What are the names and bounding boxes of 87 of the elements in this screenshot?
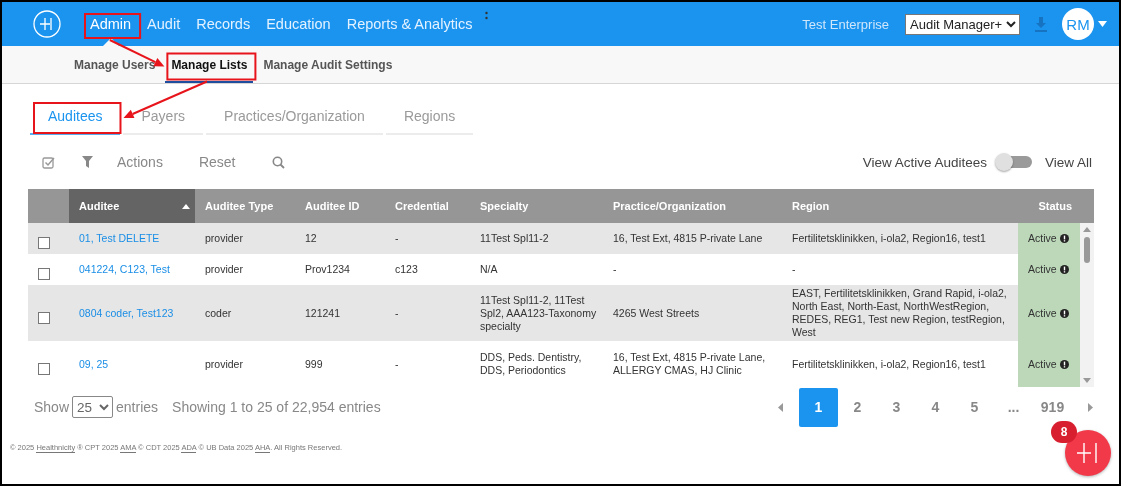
page-button[interactable]: 3 [877,387,916,427]
table-cell: N/A [470,254,603,285]
nav-link[interactable]: Education [259,2,338,46]
checkbox[interactable] [38,268,50,280]
sort-icon [182,204,190,209]
checkbox[interactable] [38,311,50,324]
column-header[interactable]: Auditee [69,189,195,223]
checkbox[interactable] [38,362,50,375]
info-icon[interactable] [1059,234,1069,243]
page-button[interactable]: 1 [799,387,838,427]
avatar[interactable]: RM [1062,8,1094,40]
table-cell: c123 [385,254,470,285]
table-cell: provider [195,341,295,387]
table-cell: - [603,254,782,285]
info-icon[interactable] [1059,265,1069,274]
table-cell: 16, Test Ext, 4815 P-rivate Lane [603,223,782,254]
page-size-select[interactable]: 25 [72,396,114,418]
auditee-link[interactable]: 09, 25 [79,357,191,371]
page-button[interactable]: 5 [955,387,994,427]
search-icon[interactable] [271,155,285,169]
nav-link[interactable]: Reports & Analytics [339,2,480,46]
subnav-link[interactable]: Manage Users [68,46,162,83]
scrollbar[interactable] [1080,223,1094,387]
column-header[interactable]: Auditee ID [295,189,385,223]
show-label: Show [34,399,70,415]
column-header[interactable]: Credential [385,189,470,223]
table-cell: EAST, Fertilitetsklinikken, Grand Rapid, i-ola2, North East, North-East, NorthWestRegion, REDES, REG1, Test new Region, testRegion, West [782,285,1018,341]
page-button[interactable]: ... [994,387,1033,427]
table-cell: 11Test Spl11-2 [470,223,603,254]
logo-icon [1077,443,1099,463]
subnav-link[interactable]: Manage Lists [165,46,254,83]
enterprise-name: Test Enterprise [802,16,889,32]
column-header[interactable]: Specialty [470,189,603,223]
table-cell: provider [195,254,295,285]
table-cell: 16, Test Ext, 4815 P-rivate Lane, ALLERGY CMAS, HJ Clinic [603,341,782,387]
status-cell: Active [1018,285,1080,341]
column-header[interactable]: Status [1018,189,1094,223]
status-cell: Active [1018,341,1080,387]
nav-link[interactable]: Records [189,2,258,46]
table-cell: - [385,223,470,254]
tab[interactable]: Auditees [30,100,121,135]
status-cell: Active [1018,223,1080,254]
page-button[interactable]: 2 [838,387,877,427]
info-icon[interactable] [1059,359,1069,369]
table-cell: - [385,341,470,387]
caret-icon[interactable] [1098,21,1107,27]
entries-summary: Showing 1 to 25 of 22,954 entries [172,399,381,415]
tab[interactable]: Regions [385,100,474,135]
next-page-icon[interactable] [1088,402,1093,412]
table-cell: 11Test Spl11-2, 11Test Spl2, AAA123-Taxonomy specialty [470,285,603,341]
column-header[interactable]: Auditee Type [195,189,295,223]
reset-button[interactable]: Reset [198,154,236,170]
previous-page-icon[interactable] [778,402,783,412]
toggle-label: View Active Auditees [862,154,987,170]
check-square-icon[interactable] [42,155,55,169]
page-button[interactable]: 4 [916,387,955,427]
status-cell: Active [1018,254,1080,285]
auditee-link[interactable]: 041224, C123, Test [79,263,191,276]
table-cell: 121241 [295,285,385,341]
table-cell: Fertilitetsklinikken, i-ola2, Region16, test1 [782,341,1018,387]
role-select[interactable]: Audit Manager+ [905,13,1020,35]
table-cell: - [782,254,1018,285]
entries-label: entries [116,399,159,415]
table-cell: 999 [295,341,385,387]
table-cell: Fertilitetsklinikken, i-ola2, Region16, test1 [782,223,1018,254]
view-toggle[interactable] [994,153,1033,171]
filter-icon[interactable] [82,156,93,168]
nav-link[interactable]: Admin [83,2,139,46]
actions-button[interactable]: Actions [117,154,163,170]
table-cell: coder [195,285,295,341]
table-cell: 12 [295,223,385,254]
checkbox[interactable] [38,237,50,249]
subnav-link[interactable]: Manage Audit Settings [257,46,399,83]
table-cell: DDS, Peds. Dentistry, DDS, Periodontics [470,341,603,387]
table-cell: - [385,285,470,341]
table-cell: 4265 West Streets [603,285,782,341]
column-header[interactable]: Region [782,189,1018,223]
table-cell: Prov1234 [295,254,385,285]
table-cell: provider [195,223,295,254]
logo-icon[interactable] [33,10,61,38]
nav-link[interactable]: Audit [140,2,188,46]
column-header[interactable]: Practice/Organization [603,189,782,223]
tab[interactable]: Practices/Organization [206,100,383,135]
toggle-label: View All [1044,154,1092,170]
notification-badge: 8 [1051,421,1077,443]
quick-add-button[interactable] [1065,430,1111,476]
info-icon[interactable] [1059,308,1069,318]
